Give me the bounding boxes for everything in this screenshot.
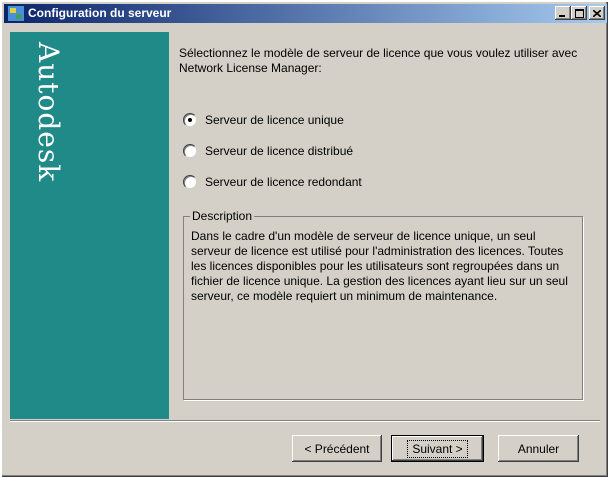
cancel-button[interactable]: Annuler (498, 435, 579, 462)
radio-button-redundant[interactable] (183, 175, 197, 189)
close-icon (593, 9, 601, 17)
next-button[interactable]: Suivant > (391, 435, 484, 462)
autodesk-logo: Autodesk (32, 42, 65, 183)
back-button[interactable]: < Précédent (292, 435, 382, 462)
window-title: Configuration du serveur (28, 6, 172, 20)
radio-label-redundant: Serveur de licence redondant (205, 175, 362, 189)
radio-selected-dot (188, 118, 192, 122)
close-button[interactable] (589, 6, 605, 20)
radio-option-single[interactable]: Serveur de licence unique (183, 112, 344, 128)
minimize-icon (559, 14, 565, 17)
dialog-window: Configuration du serveur Autodesk Sélect… (0, 0, 608, 477)
description-text: Dans le cadre d'un modèle de serveur de … (191, 229, 568, 303)
radio-button-single[interactable] (183, 113, 197, 127)
radio-option-redundant[interactable]: Serveur de licence redondant (183, 174, 362, 190)
description-title: Description (190, 209, 255, 223)
button-separator (10, 420, 600, 422)
radio-option-distributed[interactable]: Serveur de licence distribué (183, 143, 353, 159)
brand-banner: Autodesk (10, 32, 169, 419)
minimize-button[interactable] (555, 6, 571, 20)
radio-button-distributed[interactable] (183, 144, 197, 158)
title-bar[interactable]: Configuration du serveur (4, 4, 607, 23)
intro-text: Sélectionnez le modèle de serveur de lic… (179, 46, 578, 75)
radio-label-single: Serveur de licence unique (205, 113, 344, 127)
app-icon (8, 6, 24, 21)
description-group: Description Dans le cadre d'un modèle de… (183, 209, 583, 400)
cancel-button-label: Annuler (517, 441, 560, 456)
back-button-label: < Précédent (304, 441, 370, 456)
next-button-label: Suivant > (407, 439, 468, 458)
content-panel: Sélectionnez le modèle de serveur de lic… (169, 32, 600, 419)
radio-label-distributed: Serveur de licence distribué (205, 144, 354, 158)
maximize-button[interactable] (571, 6, 587, 20)
maximize-icon (574, 8, 584, 18)
